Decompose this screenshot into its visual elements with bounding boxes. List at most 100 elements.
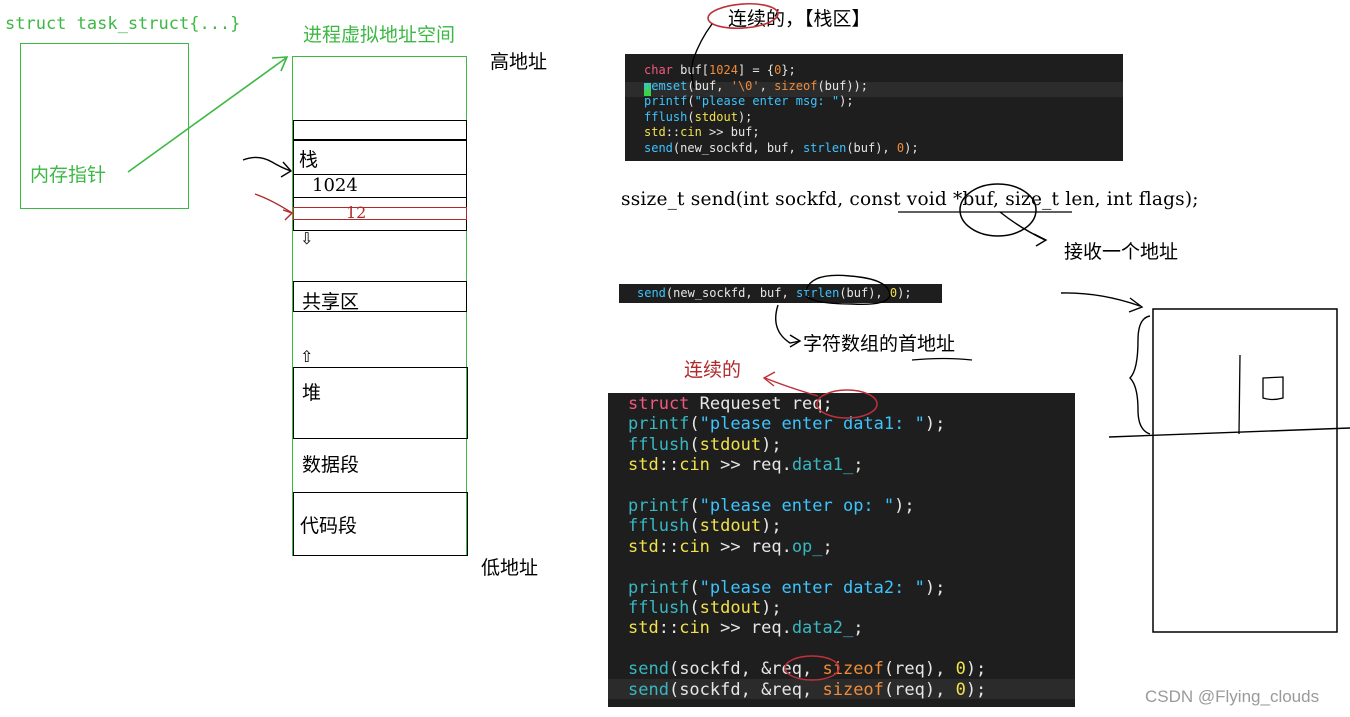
code-token: data2_ (791, 618, 854, 639)
data-segment-label: 数据段 (302, 454, 360, 476)
code-token: printf (628, 577, 690, 598)
code-token: ); (839, 94, 854, 108)
code-token: struct (628, 394, 690, 414)
memory-pointer-arrowhead (271, 56, 289, 72)
code-line: send(new_sockfd, buf, strlen(buf), 0); (644, 141, 919, 156)
code-token: "please enter data2: " (699, 577, 925, 598)
code-token: ); (965, 659, 987, 680)
code-token: cin (679, 618, 710, 639)
watermark: CSDN @Flying_clouds (1145, 687, 1320, 706)
memory-pointer-label: 内存指针 (30, 164, 107, 186)
code-token: op_ (791, 536, 823, 557)
code-token: std (628, 618, 659, 639)
code-block-send-strlen: send(new_sockfd, buf, strlen(buf), 0); (619, 284, 942, 303)
code-token: ( (689, 598, 700, 618)
code-token: ); (894, 496, 915, 516)
strlen-to-note-line (775, 304, 801, 344)
code-line: std::cin >> req.op_; (628, 537, 833, 557)
code-token: (sockfd, &req, (668, 659, 823, 680)
code-token: send (628, 659, 669, 680)
code-token: ( (687, 94, 695, 108)
code-token: char (644, 63, 673, 77)
void-to-note-line (999, 211, 1046, 241)
code-token: strlen (795, 286, 840, 300)
code-token: ; (822, 536, 833, 557)
receive-address-note: 接收一个地址 (1064, 241, 1179, 263)
code-line: std::cin >> req.data1_; (628, 455, 863, 475)
stack-cell-12 (293, 207, 467, 220)
code-token: ); (761, 434, 782, 455)
code-line: fflush(stdout); (628, 435, 782, 455)
code-token: ( (689, 496, 700, 516)
code-token: ); (904, 140, 919, 155)
code-token: cin (680, 125, 702, 139)
code-line: send(new_sockfd, buf, strlen(buf), 0); (637, 286, 912, 301)
code-line: printf("please enter data1: "); (628, 414, 945, 434)
code-token: :: (658, 536, 680, 557)
code-line: std::cin >> buf; (644, 125, 760, 140)
code-token: ; (853, 618, 864, 639)
shared-region-label: 共享区 (302, 291, 360, 313)
code-line: fflush(stdout); (628, 598, 782, 618)
code-token: 0 (955, 659, 966, 680)
code-token: (buf)); (817, 78, 869, 93)
code-token: (buf), (846, 140, 897, 155)
code-block-struct-request: struct Requeset req; printf("please enter… (608, 393, 1075, 707)
code-token: sizeof (822, 679, 884, 700)
virtual-address-space-title: 进程虚拟地址空间 (303, 24, 456, 46)
code-token: stdout (699, 598, 762, 618)
code-token: "please enter data1: " (699, 414, 925, 435)
code-token: ; (853, 455, 864, 476)
code-token: ); (737, 109, 753, 124)
code-token: fflush (628, 598, 690, 618)
code-token: 0 (955, 679, 966, 700)
code-token: fflush (628, 516, 690, 537)
struct-small-glyph (1262, 376, 1284, 401)
stack-grow-down-arrow: ⇩ (300, 229, 314, 248)
code-line: char buf[1024] = {0}; (644, 63, 796, 78)
note-underline (911, 357, 973, 361)
struct-divider-line (1108, 427, 1350, 438)
code-token: printf (628, 496, 690, 516)
code-token: cin (679, 455, 710, 476)
code-token: send (637, 286, 666, 300)
stack-label: 栈 (299, 149, 319, 171)
code-token: (buf), (839, 286, 890, 300)
code-token: printf (644, 94, 688, 108)
code-token: (buf, (687, 78, 731, 93)
code-token: ] = { (737, 63, 775, 77)
code-token: std (628, 455, 659, 476)
code-token: >> req. (709, 536, 792, 557)
code-token: , (759, 78, 775, 93)
struct-vertical-stroke (1238, 354, 1241, 435)
high-address-label: 高地址 (490, 51, 548, 73)
low-address-label: 低地址 (481, 557, 539, 579)
code-token: ); (897, 286, 912, 300)
code-token: (sockfd, &req, (668, 679, 823, 700)
code-token: ( (689, 434, 700, 455)
code-token: ( (687, 109, 695, 124)
red-stack-arrow (254, 193, 293, 214)
char-array-address-note: 字符数组的首地址 (803, 333, 956, 355)
code-token: send (628, 679, 669, 700)
code-token: ); (761, 516, 782, 537)
stack-value-12: 12 (346, 203, 367, 222)
code-token: ( (689, 516, 700, 537)
code-line: send(sockfd, &req, sizeof(req), 0); (628, 659, 986, 679)
code-token: ); (965, 679, 987, 700)
code-token: strlen (802, 140, 847, 155)
struct-pointer-arrow (1060, 292, 1141, 307)
code-token: (req), (883, 679, 956, 700)
code-token: >> req. (709, 455, 792, 476)
code-line: send(sockfd, &req, sizeof(req), 0); (628, 680, 986, 700)
code-block-buffer: char buf[1024] = {0}; memset(buf, '\0', s… (625, 54, 1123, 161)
code-token: send (644, 140, 673, 155)
code-token: >> req. (709, 618, 792, 639)
code-token: stdout (699, 434, 762, 455)
code-token: printf (628, 414, 690, 435)
code-token: sizeof (822, 659, 884, 680)
code-token: sizeof (774, 78, 818, 93)
code-token: ( (689, 577, 700, 598)
struct-brace (1129, 315, 1151, 435)
code-token: (new_sockfd, buf, (672, 140, 803, 155)
